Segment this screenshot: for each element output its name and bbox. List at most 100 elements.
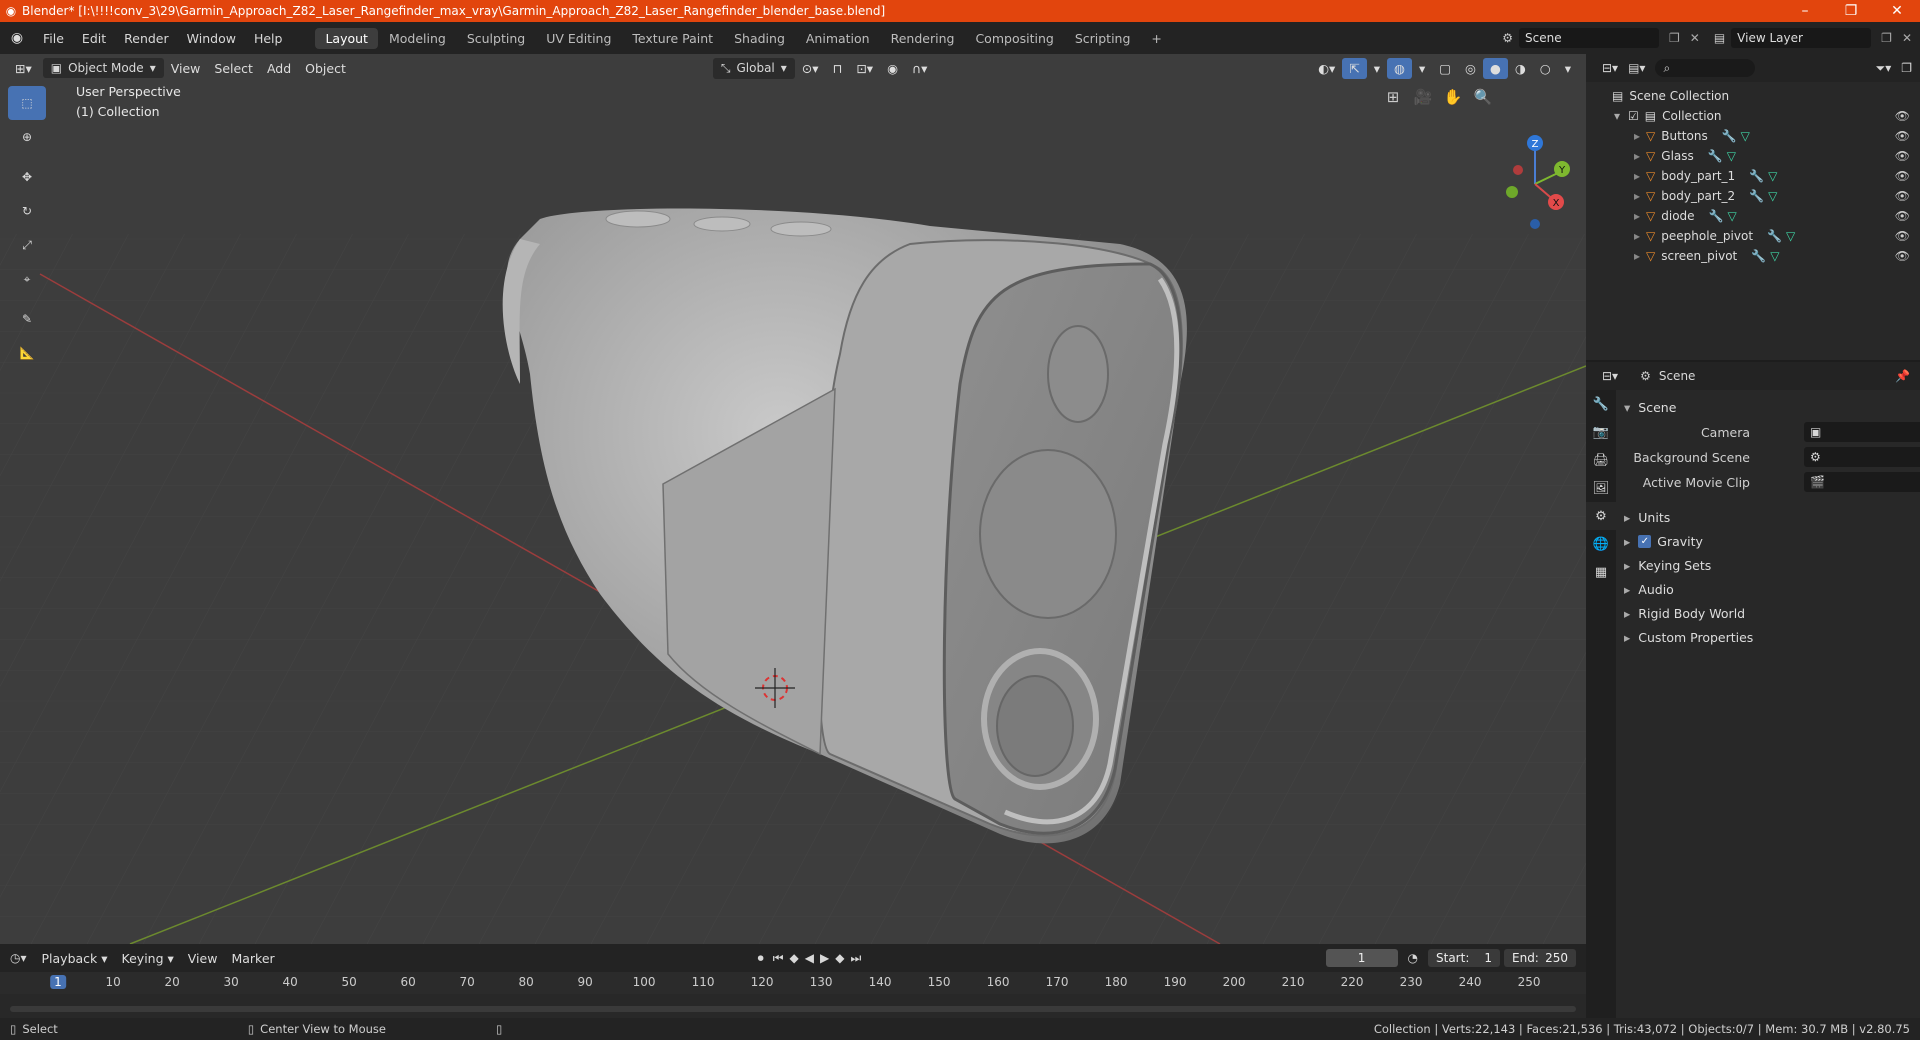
new-collection-icon[interactable]: ❐ (1901, 61, 1912, 75)
view-layer-icon[interactable]: ▤ (1714, 31, 1725, 45)
wireframe-shading-icon[interactable]: ◎ (1458, 58, 1483, 79)
scene-field[interactable]: Scene (1519, 28, 1659, 48)
editor-type-icon[interactable]: ◷▾ (10, 951, 27, 965)
menu-render[interactable]: Render (115, 31, 178, 46)
view-layer-field[interactable]: View Layer (1731, 28, 1872, 48)
measure-tool[interactable]: 📐 (8, 336, 46, 370)
outliner-item-glass[interactable]: ▸ ▽ Glass 🔧 ▽ 👁 (1586, 146, 1920, 166)
orientation-dropdown[interactable]: ⤡ Global ▾ (712, 57, 795, 79)
outliner-search-input[interactable]: ⌕ (1655, 59, 1756, 77)
next-keyframe-icon[interactable]: ◆ (835, 951, 844, 965)
zoom-icon[interactable]: 🔍 (1470, 84, 1496, 110)
render-tab-icon[interactable]: 📷 (1586, 418, 1616, 446)
scene-tab-icon[interactable]: ⚙ (1586, 502, 1616, 530)
tab-scripting[interactable]: Scripting (1065, 28, 1141, 49)
select-box-tool[interactable]: ⬚ (8, 86, 46, 120)
pan-hand-icon[interactable]: ✋ (1440, 84, 1466, 110)
overlay-toggle-icon[interactable]: ◍ (1387, 57, 1412, 79)
eye-icon[interactable]: 👁 (1895, 109, 1910, 123)
close-button[interactable]: ✕ (1874, 3, 1920, 19)
rendered-shading-icon[interactable]: ○ (1533, 58, 1558, 79)
editor-type-icon[interactable]: ⊞▾ (8, 58, 39, 79)
jump-end-icon[interactable]: ⏭ (850, 951, 861, 966)
snap-icon[interactable]: ⊓ (826, 58, 850, 79)
menu-window[interactable]: Window (178, 31, 245, 46)
expand-arrow-icon[interactable]: ▸ (1634, 249, 1640, 263)
playhead[interactable]: 1 (50, 975, 66, 989)
eye-icon[interactable]: 👁 (1895, 169, 1910, 183)
play-reverse-icon[interactable]: ◀ (805, 951, 814, 965)
visibility-icon[interactable]: ◐▾ (1311, 58, 1342, 79)
outliner-item-diode[interactable]: ▸ ▽ diode 🔧 ▽ 👁 (1586, 206, 1920, 226)
new-scene-icon[interactable]: ❐ (1669, 31, 1680, 45)
menu-file[interactable]: File (34, 31, 73, 46)
rigid-body-world-panel[interactable]: ▸ Rigid Body World (1624, 602, 1745, 624)
editor-type-icon[interactable]: ⊟▾ (1602, 369, 1618, 383)
eye-icon[interactable]: 👁 (1895, 249, 1910, 263)
scene-panel-header[interactable]: ▾ Scene (1624, 396, 1676, 418)
tool-tab-icon[interactable]: 🔧 (1586, 390, 1616, 418)
tab-animation[interactable]: Animation (796, 28, 880, 49)
menu-select[interactable]: Select (207, 58, 260, 79)
display-mode-icon[interactable]: ⊟▾ (1602, 61, 1618, 75)
record-icon[interactable]: ⏺ (758, 951, 764, 966)
gizmo-toggle-icon[interactable]: ⇱ (1342, 57, 1367, 79)
shading-dropdown-icon[interactable]: ▾ (1558, 58, 1578, 79)
overlay-dropdown-icon[interactable]: ▾ (1412, 58, 1432, 79)
transform-tool[interactable]: ⌖ (8, 262, 46, 296)
eye-icon[interactable]: 👁 (1895, 229, 1910, 243)
eye-icon[interactable]: 👁 (1895, 129, 1910, 143)
audio-panel[interactable]: ▸ Audio (1624, 578, 1674, 600)
move-tool[interactable]: ✥ (8, 160, 46, 194)
gizmo-dropdown-icon[interactable]: ▾ (1367, 58, 1387, 79)
timeline-scrollbar[interactable] (10, 1006, 1576, 1012)
keying-sets-panel[interactable]: ▸ Keying Sets (1624, 554, 1711, 576)
menu-add[interactable]: Add (260, 58, 298, 79)
jump-start-icon[interactable]: ⏮ (773, 951, 784, 966)
tab-modeling[interactable]: Modeling (379, 28, 456, 49)
frame-ruler[interactable]: 1 10 20 30 40 50 60 70 80 90 100 110 120 130 140 150 160… (0, 972, 1586, 994)
tab-rendering[interactable]: Rendering (881, 28, 965, 49)
preview-range-icon[interactable]: ◔ (1408, 951, 1418, 965)
movie-clip-input[interactable]: 🎬 (1804, 472, 1920, 492)
menu-keying[interactable]: Keying ▾ (115, 948, 181, 969)
play-icon[interactable]: ▶ (820, 951, 829, 965)
expand-arrow-icon[interactable]: ▸ (1634, 229, 1640, 243)
add-workspace-icon[interactable]: + (1141, 28, 1171, 49)
maximize-button[interactable]: ❐ (1828, 3, 1874, 19)
outliner-item-buttons[interactable]: ▸ ▽ Buttons 🔧 ▽ 👁 (1586, 126, 1920, 146)
ortho-toggle-icon[interactable]: ⊞ (1380, 84, 1406, 110)
scale-tool[interactable]: ⤢ (8, 228, 46, 262)
collapse-arrow-icon[interactable]: ▾ (1614, 109, 1620, 123)
units-panel[interactable]: ▸ Units (1624, 506, 1670, 528)
new-view-layer-icon[interactable]: ❐ (1881, 31, 1892, 45)
3d-viewport[interactable]: Z Y X ⊞▾ ▣ Object Mode ▾ View Select Add… (0, 54, 1586, 944)
expand-arrow-icon[interactable]: ▸ (1634, 149, 1640, 163)
expand-arrow-icon[interactable]: ▸ (1634, 169, 1640, 183)
tab-compositing[interactable]: Compositing (965, 28, 1063, 49)
pin-icon[interactable]: 📌 (1895, 369, 1910, 383)
camera-input[interactable]: ▣ ✒ (1804, 422, 1920, 442)
annotate-tool[interactable]: ✎ (8, 302, 46, 336)
custom-properties-panel[interactable]: ▸ Custom Properties (1624, 626, 1753, 648)
outliner-item-peephole-pivot[interactable]: ▸ ▽ peephole_pivot 🔧 ▽ 👁 (1586, 226, 1920, 246)
menu-edit[interactable]: Edit (73, 31, 115, 46)
menu-help[interactable]: Help (245, 31, 292, 46)
blender-menu-icon[interactable]: ◉ (0, 30, 34, 46)
tab-layout[interactable]: Layout (315, 27, 378, 49)
falloff-icon[interactable]: ∩▾ (905, 58, 934, 79)
scene-collection-row[interactable]: ▤ Scene Collection (1586, 86, 1920, 106)
output-tab-icon[interactable]: 🖨 (1586, 446, 1616, 474)
prev-keyframe-icon[interactable]: ◆ (790, 951, 799, 965)
filter-icon[interactable]: ⏷▾ (1876, 61, 1892, 76)
filter-view-icon[interactable]: ▤▾ (1628, 61, 1645, 75)
gravity-panel[interactable]: ▸ ✓ Gravity (1624, 530, 1703, 552)
menu-view[interactable]: View (181, 948, 225, 969)
material-shading-icon[interactable]: ◑ (1508, 58, 1533, 79)
expand-arrow-icon[interactable]: ▸ (1634, 189, 1640, 203)
eye-icon[interactable]: 👁 (1895, 209, 1910, 223)
end-frame-field[interactable]: End: 250 (1504, 949, 1576, 967)
gravity-checkbox[interactable]: ✓ (1638, 534, 1652, 548)
mode-dropdown[interactable]: ▣ Object Mode ▾ (42, 58, 164, 78)
expand-arrow-icon[interactable]: ▸ (1634, 209, 1640, 223)
